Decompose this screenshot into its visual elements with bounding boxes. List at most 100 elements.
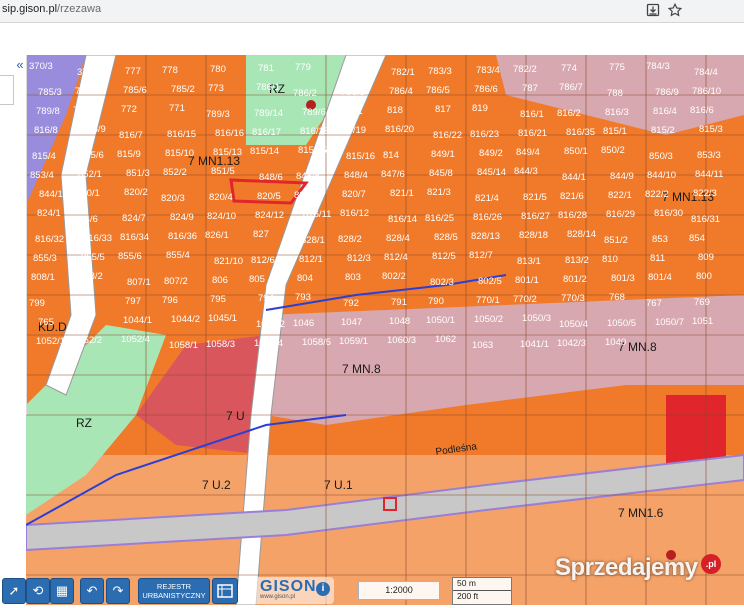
parcel-label: 812/7	[469, 250, 493, 261]
parcel-label: 855/4	[166, 250, 190, 261]
parcel-label: 789/8	[36, 106, 60, 117]
zone-red-block	[666, 395, 726, 465]
layers-button[interactable]	[212, 578, 238, 604]
parcel-label: 855/6	[118, 251, 142, 262]
parcel-label: 793	[295, 292, 311, 303]
parcel-label: 850/1	[564, 146, 588, 157]
parcel-label: 784/3	[646, 61, 670, 72]
parcel-label: 776	[343, 61, 359, 72]
parcel-label: 1052/2	[73, 335, 102, 346]
parcel-label: 816/22	[433, 130, 462, 141]
parcel-label: 816/34	[120, 232, 149, 243]
parcel-label: 807/2	[164, 276, 188, 287]
url-text[interactable]: sip.gison.pl/rzezawa	[2, 3, 101, 15]
parcel-label: 816/35	[566, 127, 595, 138]
parcel-label: 791	[391, 297, 407, 308]
parcel-label: 786/4	[389, 86, 413, 97]
parcel-label: 805	[249, 274, 265, 285]
parcel-label: 820/6	[294, 190, 318, 201]
undo-icon[interactable]: ↶	[80, 578, 104, 604]
download-icon[interactable]	[644, 1, 662, 19]
parcel-label: 773	[208, 83, 224, 94]
parcel-label: 827	[253, 229, 269, 240]
zoning-map[interactable]: RZ 7 MN1.13 7 MN1.13 7 MN.8 7 MN.8 7 U 7…	[26, 55, 744, 605]
parcel-label: 847/6	[381, 169, 405, 180]
parcel-label: 848/8	[296, 171, 320, 182]
measure-icon[interactable]: ⟲	[26, 578, 50, 604]
parcel-label: 844/11	[695, 169, 723, 180]
browser-address-bar[interactable]: sip.gison.pl/rzezawa	[0, 0, 744, 23]
parcel-label: 813/2	[565, 255, 589, 266]
star-icon[interactable]	[666, 1, 684, 19]
parcel-label: 802/2	[382, 271, 406, 282]
parcel-label: 848/4	[344, 170, 368, 181]
parcel-label: 809	[698, 252, 714, 263]
parcel-label: 801/4	[648, 272, 672, 283]
zone-label-rz-b: RZ	[76, 416, 92, 430]
parcel-label: 801/2	[563, 274, 587, 285]
parcel-label: 816/26	[473, 212, 502, 223]
parcel-label: 816/16	[215, 128, 244, 139]
parcel-label: 821/10	[214, 256, 243, 267]
parcel-label: 816/29	[606, 209, 635, 220]
side-panel-input[interactable]	[0, 75, 14, 105]
parcel-label: 815/1	[603, 126, 627, 137]
parcel-label: 822/2	[645, 189, 669, 200]
parcel-label: 770/1	[476, 295, 500, 306]
parcel-label: 806	[212, 275, 228, 286]
parcel-label: 818	[387, 105, 403, 116]
parcel-label: 783/3	[428, 66, 452, 77]
parcel-label: 802/3	[430, 277, 454, 288]
collapse-panel-button[interactable]: «	[13, 57, 27, 73]
parcel-label: 812/4	[384, 252, 408, 263]
zone-label-mn16: 7 MN1.6	[618, 506, 664, 520]
parcel-label: 1058/4	[254, 338, 283, 349]
parcel-label: 792	[343, 298, 359, 309]
map-canvas[interactable]: RZ 7 MN1.13 7 MN1.13 7 MN.8 7 MN.8 7 U 7…	[26, 55, 744, 605]
parcel-label: 820/2	[124, 187, 148, 198]
parcel-label: 816/15	[167, 129, 196, 140]
parcel-label: 782/2	[513, 64, 537, 75]
parcel-label: 797	[125, 296, 141, 307]
parcel-label: 1058/3	[206, 339, 235, 350]
redo-icon[interactable]: ↷	[106, 578, 130, 604]
parcel-label: 816/31	[691, 214, 720, 225]
parcel-label: 1044/1	[123, 315, 152, 326]
watermark-text: Sprzedajemy	[555, 554, 698, 581]
parcel-label: 849/1	[431, 149, 455, 160]
parcel-label: 780	[210, 64, 226, 75]
parcel-label: 778	[162, 65, 178, 76]
parcel-label: 853/4	[30, 170, 54, 181]
parcel-label: 808/1	[31, 272, 55, 283]
parcel-label: 828/4	[386, 233, 410, 244]
parcel-label: 848/6	[259, 172, 283, 183]
parcel-label: 816/28	[558, 210, 587, 221]
parcel-label: 784/5	[75, 86, 99, 97]
parcel-label: 774	[561, 63, 577, 74]
parcel-label: 851/5	[211, 166, 235, 177]
parcel-label: 821/6	[560, 191, 584, 202]
parcel-label: 783/4	[476, 65, 500, 76]
parcel-label: 781	[258, 63, 274, 74]
parcel-label: 786/10	[692, 86, 721, 97]
parcel-label: 786/9	[655, 87, 679, 98]
parcel-label: 765	[38, 317, 54, 328]
parcel-label: 816/36	[168, 231, 197, 242]
parcel-label: 844/3	[514, 166, 538, 177]
map-icon[interactable]: ▦	[50, 578, 74, 604]
parcel-label: 1045/2	[256, 319, 285, 330]
scale-select[interactable]: 1:2000	[358, 581, 440, 600]
parcel-label: 821/3	[427, 187, 451, 198]
parcel-label: 1050/3	[522, 313, 551, 324]
info-icon[interactable]: i	[316, 582, 330, 596]
parcel-label: 786/3	[341, 87, 365, 98]
parcel-label: 820/3	[161, 193, 185, 204]
urban-register-button[interactable]: REJESTR URBANISTYCZNY	[138, 578, 210, 604]
parcel-label: 766	[75, 316, 91, 327]
parcel-label: 770/3	[561, 293, 585, 304]
parcel-label: 1058/5	[302, 337, 331, 348]
parcel-label: 853	[652, 234, 668, 245]
parcel-label: 770/2	[513, 294, 537, 305]
parcel-label: 828/14	[567, 229, 596, 240]
cursor-icon[interactable]: ➚	[2, 578, 26, 604]
